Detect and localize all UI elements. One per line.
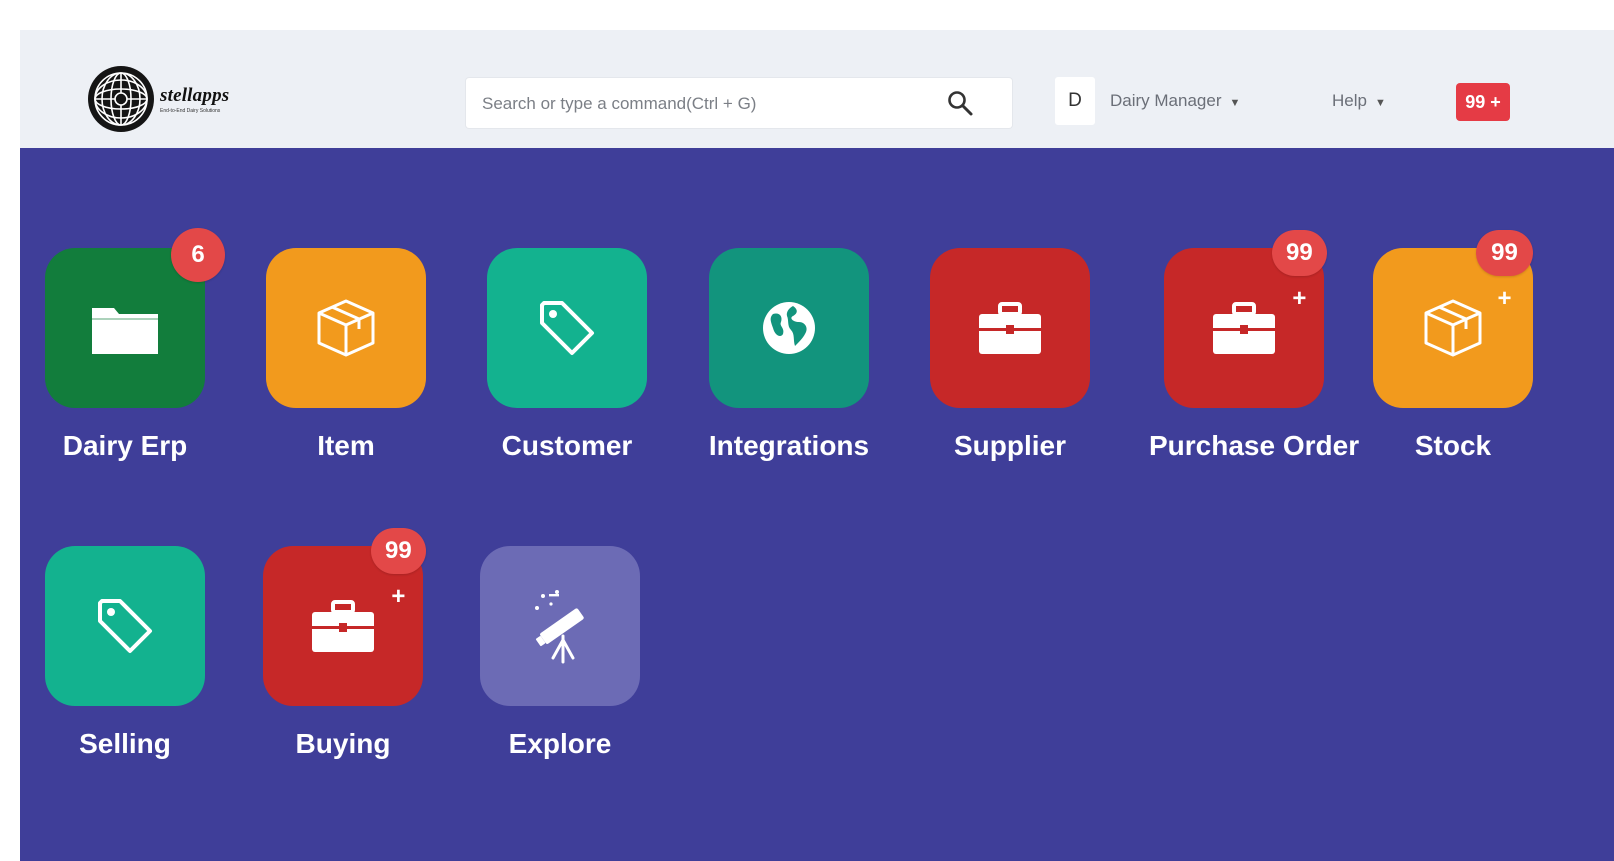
module-supplier[interactable]: Supplier [915, 248, 1105, 462]
globe-icon [763, 302, 815, 354]
briefcase-icon [1213, 302, 1275, 354]
module-purchase-order[interactable]: 99 + Purchase Order [1149, 230, 1360, 462]
module-explore[interactable]: Explore [465, 546, 655, 760]
module-label: Supplier [953, 430, 1066, 461]
chevron-down-icon: ▼ [1374, 97, 1386, 109]
desktop-frame: stellapps End-to-End Dairy Solutions D D… [20, 30, 1614, 861]
notification-badge: 6 [171, 228, 225, 282]
logo-tagline: End-to-End Dairy Solutions [160, 107, 221, 114]
search-icon[interactable] [946, 89, 974, 117]
module-selling[interactable]: Selling [30, 546, 220, 760]
avatar[interactable]: D [1055, 77, 1095, 125]
help-dropdown[interactable]: Help ▼ [1332, 77, 1386, 125]
folder-icon [92, 308, 158, 354]
logo-globe-icon [88, 66, 154, 132]
module-label: Integrations [708, 430, 870, 461]
user-menu-dropdown[interactable]: Dairy Manager ▼ [1110, 77, 1240, 125]
module-label: Selling [79, 728, 171, 759]
module-tile: 99 + [1373, 230, 1533, 408]
module-label: Buying [295, 728, 391, 759]
top-navbar: stellapps End-to-End Dairy Solutions D D… [20, 30, 1614, 148]
notifications-badge[interactable]: 99 + [1456, 83, 1510, 121]
module-tile [45, 546, 205, 706]
module-tile: 99 + [263, 528, 426, 706]
module-label: Item [317, 430, 375, 461]
module-buying[interactable]: 99 + Buying [248, 528, 438, 760]
module-stock[interactable]: 99 + Stock [1358, 230, 1548, 462]
module-label: Stock [1414, 430, 1492, 461]
module-item[interactable]: Item [251, 248, 441, 462]
module-label: Dairy Erp [62, 430, 188, 461]
module-label: Explore [508, 728, 612, 759]
module-dairy-erp[interactable]: 6 Dairy Erp [30, 228, 225, 462]
search-bar [466, 78, 1012, 130]
box-icon [1424, 299, 1482, 357]
briefcase-icon [979, 302, 1041, 354]
module-integrations[interactable]: Integrations [694, 248, 884, 462]
module-tile [480, 546, 640, 706]
app-logo[interactable]: stellapps End-to-End Dairy Solutions [88, 66, 229, 132]
chevron-down-icon: ▼ [1229, 97, 1241, 109]
module-tile [709, 248, 869, 408]
module-tile [487, 248, 647, 408]
notification-badge: 99 + [1476, 230, 1533, 312]
user-menu-label: Dairy Manager [1110, 91, 1222, 110]
module-label: Customer [501, 430, 633, 461]
telescope-icon [535, 590, 584, 664]
module-tile: 99 + [1164, 230, 1327, 408]
box-icon [317, 299, 375, 357]
module-label: Purchase Order [1149, 430, 1360, 461]
help-label: Help [1332, 91, 1367, 110]
tag-icon [98, 599, 152, 653]
module-tile: 6 [45, 228, 225, 408]
module-customer[interactable]: Customer [472, 248, 662, 462]
tag-icon [540, 301, 594, 355]
search-input[interactable] [480, 78, 924, 130]
module-tile [930, 248, 1090, 408]
notification-badge: 99 + [1272, 230, 1327, 312]
module-tile [266, 248, 426, 408]
logo-name: stellapps [160, 84, 230, 106]
briefcase-icon [312, 600, 374, 652]
notification-badge: 99 + [371, 528, 426, 610]
